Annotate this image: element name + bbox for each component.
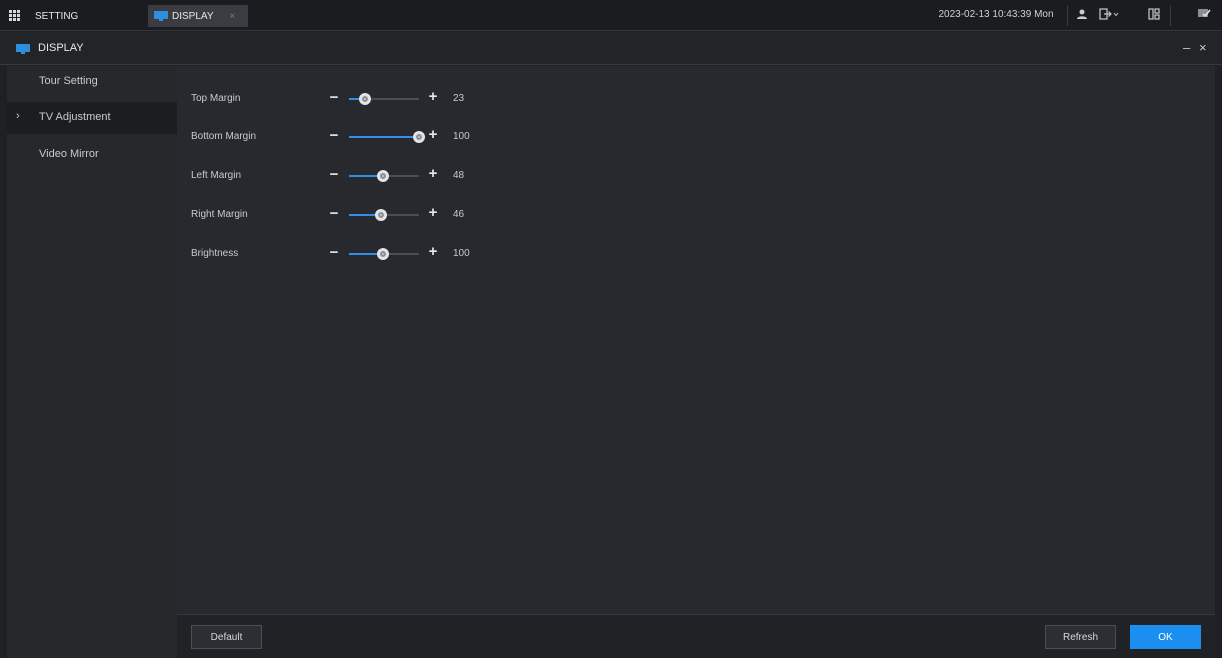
monitor-icon [154, 11, 168, 21]
setting-value: 23 [453, 93, 465, 104]
setting-label: Left Margin [191, 170, 242, 181]
bottom-margin-slider[interactable] [349, 131, 425, 143]
layout-icon[interactable] [1146, 8, 1162, 22]
setting-label: Right Margin [191, 209, 248, 220]
left-margin-slider[interactable] [349, 170, 419, 182]
right-margin-slider[interactable] [349, 209, 419, 221]
decrease-button[interactable]: − [327, 128, 341, 144]
page-title: DISPLAY [38, 42, 84, 54]
setting-row-right-margin: Right Margin − + 46 [177, 204, 777, 226]
top-margin-slider[interactable] [349, 93, 419, 105]
setting-value: 100 [453, 131, 470, 142]
datetime: 2023-02-13 10:43:39 Mon [938, 9, 1054, 20]
decrease-button[interactable]: − [327, 90, 341, 106]
setting-label: Top Margin [191, 93, 241, 104]
tab-display-label: DISPLAY [172, 10, 214, 22]
increase-button[interactable]: + [426, 127, 440, 143]
slider-knob[interactable] [413, 131, 425, 143]
increase-button[interactable]: + [426, 244, 440, 260]
setting-row-left-margin: Left Margin − + 48 [177, 165, 777, 187]
slider-knob[interactable] [376, 170, 389, 182]
increase-button[interactable]: + [426, 205, 440, 221]
setting-value: 46 [453, 209, 465, 220]
setting-row-brightness: Brightness − + 100 [177, 243, 777, 265]
setting-value: 48 [453, 170, 465, 181]
footer-bar: Default Refresh OK [177, 614, 1215, 658]
slider-knob[interactable] [359, 93, 372, 105]
slider-knob[interactable] [376, 248, 389, 260]
sidebar-item-tour-setting[interactable]: Tour Setting [7, 66, 177, 98]
increase-button[interactable]: + [426, 89, 440, 105]
divider [1170, 5, 1171, 26]
setting-row-bottom-margin: Bottom Margin − + 100 [177, 126, 777, 148]
display-icon [16, 44, 30, 54]
chevron-right-icon: › [16, 110, 20, 122]
divider [1067, 5, 1068, 26]
increase-button[interactable]: + [426, 166, 440, 182]
slider-fill [349, 136, 419, 138]
sidebar-item-label: Tour Setting [39, 75, 98, 87]
monitor-check-icon[interactable] [1196, 8, 1212, 22]
user-icon[interactable] [1074, 8, 1090, 22]
decrease-button[interactable]: − [327, 245, 341, 261]
top-bar: SETTING DISPLAY × 2023-02-13 10:43:39 Mo… [0, 0, 1222, 31]
sidebar-item-tv-adjustment[interactable]: › TV Adjustment [7, 102, 177, 134]
decrease-button[interactable]: − [327, 206, 341, 222]
setting-row-top-margin: Top Margin − + 23 [177, 88, 777, 110]
tab-setting-label: SETTING [35, 10, 79, 22]
tab-display[interactable]: DISPLAY × [148, 5, 248, 27]
brightness-slider[interactable] [349, 248, 419, 260]
setting-label: Bottom Margin [191, 131, 257, 142]
minimize-button[interactable]: – [1183, 40, 1190, 55]
default-button[interactable]: Default [191, 625, 262, 649]
tab-setting[interactable]: SETTING [9, 5, 135, 27]
decrease-button[interactable]: − [327, 167, 341, 183]
sidebar: Tour Setting › TV Adjustment Video Mirro… [7, 66, 177, 658]
tab-close-icon[interactable]: × [230, 11, 236, 22]
slider-knob[interactable] [375, 209, 388, 221]
ok-button[interactable]: OK [1130, 625, 1201, 649]
grid-menu-icon [9, 10, 21, 22]
setting-value: 100 [453, 248, 470, 259]
close-button[interactable]: × [1199, 40, 1207, 55]
sidebar-item-label: Video Mirror [39, 148, 99, 160]
refresh-button[interactable]: Refresh [1045, 625, 1116, 649]
logout-icon[interactable] [1098, 8, 1120, 22]
settings-panel: Top Margin − + 23 Bottom Margin − + 100 … [177, 66, 1215, 614]
sidebar-item-label: TV Adjustment [39, 111, 111, 123]
title-bar: DISPLAY – × [0, 32, 1222, 65]
setting-label: Brightness [191, 248, 239, 259]
sidebar-item-video-mirror[interactable]: Video Mirror [7, 139, 177, 171]
